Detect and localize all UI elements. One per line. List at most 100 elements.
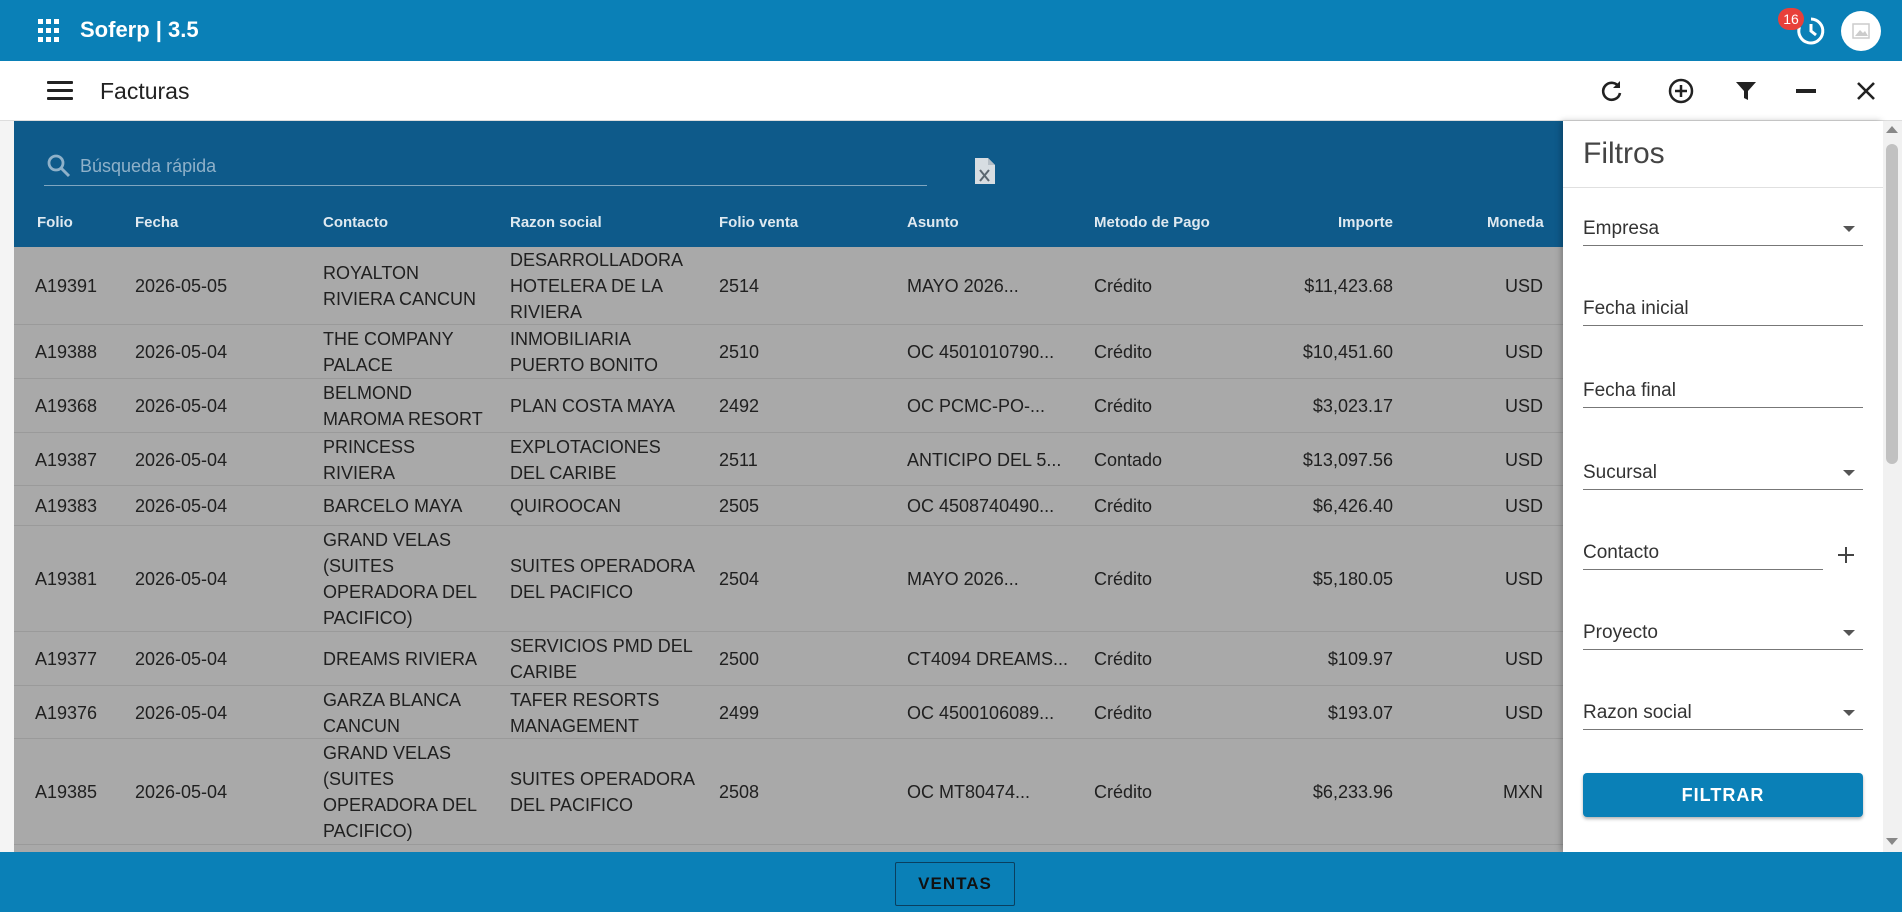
scrollbar-thumb[interactable] bbox=[1886, 144, 1898, 464]
sucursal-label: Sucursal bbox=[1583, 462, 1657, 483]
page-header: Facturas bbox=[0, 61, 1902, 121]
cell-fecha: 2026-05-04 bbox=[135, 569, 228, 589]
search-input[interactable] bbox=[80, 152, 920, 180]
col-moneda[interactable]: Moneda bbox=[1487, 214, 1544, 231]
cell-folio-venta: 2492 bbox=[719, 396, 760, 416]
search-underline bbox=[44, 185, 927, 186]
notification-badge: 16 bbox=[1778, 8, 1804, 30]
cell-fecha: 2026-05-04 bbox=[135, 396, 228, 416]
cell-folio-venta: 2508 bbox=[719, 782, 760, 802]
cell-importe: $11,423.68 bbox=[1304, 276, 1393, 296]
col-folio[interactable]: Folio bbox=[37, 214, 73, 231]
col-asunto[interactable]: Asunto bbox=[907, 214, 959, 231]
cell-moneda: USD bbox=[1504, 396, 1543, 416]
table-row[interactable]: A19385 2026-05-04 GRAND VELAS (SUITES OP… bbox=[14, 739, 1563, 845]
col-fecha[interactable]: Fecha bbox=[135, 214, 178, 231]
close-icon[interactable] bbox=[1851, 76, 1881, 106]
cell-asunto: OC 4508740490... bbox=[907, 496, 1055, 516]
add-circle-icon[interactable] bbox=[1666, 76, 1696, 106]
table-row[interactable]: A19383 2026-05-04 BARCELO MAYA QUIROOCAN… bbox=[14, 486, 1563, 526]
scroll-down-icon[interactable] bbox=[1886, 838, 1898, 845]
filter-panel: Filtros Empresa Fecha inicial Fecha fina… bbox=[1563, 121, 1883, 852]
cell-razon: QUIROOCAN bbox=[510, 496, 622, 516]
cell-metodo: Crédito bbox=[1094, 569, 1153, 589]
image-icon bbox=[1852, 23, 1870, 39]
excel-export-icon[interactable] bbox=[973, 157, 997, 185]
ventas-button[interactable]: VENTAS bbox=[895, 862, 1015, 906]
cell-contacto-line: ROYALTON bbox=[323, 263, 420, 283]
cell-folio: A19385 bbox=[35, 782, 98, 802]
razon-social-select[interactable]: Razon social bbox=[1583, 702, 1863, 730]
col-folio-venta[interactable]: Folio venta bbox=[719, 214, 798, 231]
cell-razon-line: CARIBE bbox=[510, 662, 578, 682]
sucursal-select[interactable]: Sucursal bbox=[1583, 462, 1863, 490]
cell-razon-line: DESARROLLADORA bbox=[510, 250, 684, 270]
cell-folio-venta: 2514 bbox=[719, 276, 760, 296]
col-metodo-pago[interactable]: Metodo de Pago bbox=[1094, 214, 1210, 231]
table-row[interactable]: A19368 2026-05-04 BELMOND MAROMA RESORT … bbox=[14, 379, 1563, 433]
cell-contacto-line: BELMOND bbox=[323, 383, 413, 403]
proyecto-label: Proyecto bbox=[1583, 622, 1658, 643]
col-importe[interactable]: Importe bbox=[1338, 214, 1393, 231]
fecha-inicial-label: Fecha inicial bbox=[1583, 298, 1689, 319]
contacto-label: Contacto bbox=[1583, 542, 1660, 563]
col-contacto[interactable]: Contacto bbox=[323, 214, 388, 231]
col-razon-social[interactable]: Razon social bbox=[510, 214, 602, 231]
avatar[interactable] bbox=[1841, 11, 1881, 51]
cell-moneda: USD bbox=[1504, 450, 1543, 470]
scroll-up-icon[interactable] bbox=[1886, 126, 1898, 133]
cell-importe: $10,451.60 bbox=[1302, 342, 1393, 362]
cell-razon-line: HOTELERA DE LA bbox=[510, 276, 664, 296]
cell-razon-line: INMOBILIARIA bbox=[510, 329, 632, 349]
cell-folio-venta: 2505 bbox=[719, 496, 760, 516]
cell-contacto-line: PALACE bbox=[323, 355, 393, 375]
cell-razon-line: PUERTO BONITO bbox=[510, 355, 659, 375]
cell-razon-line: DEL CARIBE bbox=[510, 463, 617, 483]
cell-folio-venta: 2504 bbox=[719, 569, 760, 589]
cell-fecha: 2026-05-04 bbox=[135, 496, 228, 516]
cell-razon-line: SUITES OPERADORA bbox=[510, 556, 696, 576]
cell-contacto-line: THE COMPANY bbox=[323, 329, 454, 349]
cell-contacto-line: GARZA BLANCA bbox=[323, 690, 462, 710]
contacto-field[interactable]: Contacto bbox=[1583, 542, 1823, 570]
minimize-icon[interactable] bbox=[1791, 76, 1821, 106]
cell-fecha: 2026-05-04 bbox=[135, 703, 228, 723]
refresh-icon[interactable] bbox=[1597, 76, 1627, 106]
table-row[interactable]: A19388 2026-05-04 THE COMPANY PALACE INM… bbox=[14, 325, 1563, 379]
cell-contacto-line: (SUITES bbox=[323, 769, 395, 789]
cell-importe: $6,426.40 bbox=[1312, 496, 1393, 516]
filter-icon[interactable] bbox=[1731, 76, 1761, 106]
table-row[interactable]: A19387 2026-05-04 PRINCESS RIVIERA EXPLO… bbox=[14, 433, 1563, 486]
cell-contacto-line: OPERADORA DEL bbox=[323, 582, 478, 602]
fecha-inicial-field[interactable]: Fecha inicial bbox=[1583, 298, 1863, 326]
cell-fecha: 2026-05-04 bbox=[135, 649, 228, 669]
empresa-select[interactable]: Empresa bbox=[1583, 218, 1863, 246]
cell-razon-line: DEL PACIFICO bbox=[510, 582, 634, 602]
left-edge bbox=[0, 121, 14, 852]
cell-folio: A19387 bbox=[35, 450, 98, 470]
table-row[interactable]: A19381 2026-05-04 GRAND VELAS (SUITES OP… bbox=[14, 526, 1563, 632]
cell-moneda: MXN bbox=[1503, 782, 1543, 802]
cell-contacto-line: OPERADORA DEL bbox=[323, 795, 478, 815]
table-row[interactable]: A19391 2026-05-05 ROYALTON RIVIERA CANCU… bbox=[14, 247, 1563, 325]
cell-razon-line: MANAGEMENT bbox=[510, 716, 640, 736]
cell-contacto-line: (SUITES bbox=[323, 556, 395, 576]
hamburger-menu-icon[interactable] bbox=[47, 81, 73, 101]
add-contact-icon[interactable] bbox=[1835, 544, 1861, 570]
apps-grid-icon[interactable] bbox=[38, 19, 62, 43]
table-row[interactable]: A19377 2026-05-04 DREAMS RIVIERA SERVICI… bbox=[14, 632, 1563, 686]
fecha-final-label: Fecha final bbox=[1583, 380, 1676, 401]
table-row[interactable]: A19376 2026-05-04 GARZA BLANCA CANCUN TA… bbox=[14, 686, 1563, 739]
cell-metodo: Crédito bbox=[1094, 396, 1153, 416]
cell-metodo: Crédito bbox=[1094, 703, 1153, 723]
fecha-final-field[interactable]: Fecha final bbox=[1583, 380, 1863, 408]
cell-moneda: USD bbox=[1504, 276, 1543, 296]
empresa-label: Empresa bbox=[1583, 218, 1660, 239]
cell-folio: A19388 bbox=[35, 342, 98, 362]
cell-razon-line: RIVIERA bbox=[510, 302, 583, 322]
proyecto-select[interactable]: Proyecto bbox=[1583, 622, 1863, 650]
cell-asunto: OC PCMC-PO-... bbox=[907, 396, 1045, 416]
filtrar-button[interactable]: FILTRAR bbox=[1583, 773, 1863, 817]
cell-asunto: MAYO 2026... bbox=[907, 569, 1019, 589]
cell-folio: A19377 bbox=[35, 649, 98, 669]
